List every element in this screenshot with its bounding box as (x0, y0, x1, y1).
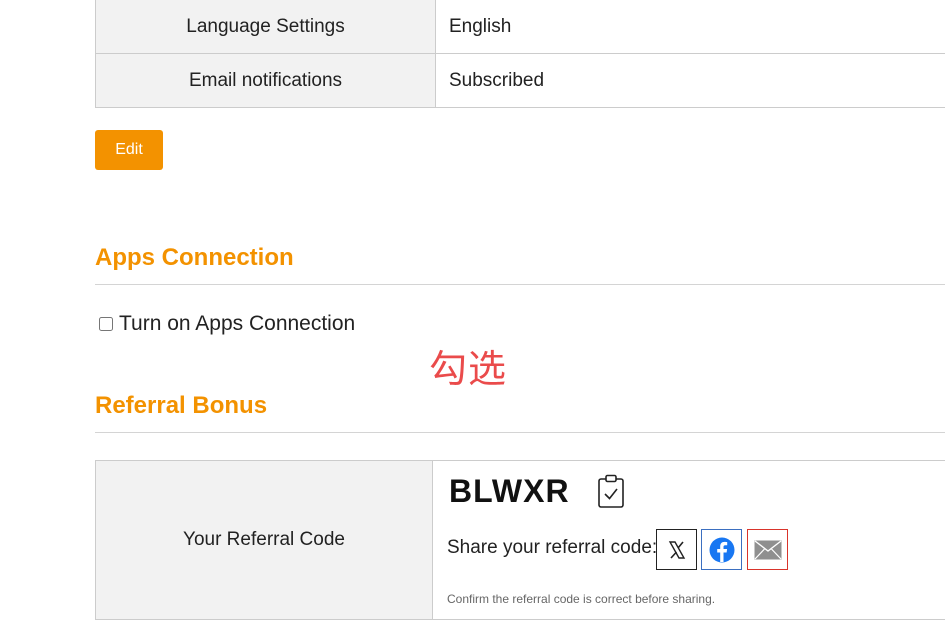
apps-connection-toggle[interactable]: Turn on Apps Connection (99, 312, 355, 336)
settings-table: Language Settings English Email notifica… (95, 0, 945, 108)
email-notifications-value: Subscribed (436, 54, 945, 108)
referral-code: BLWXR (449, 473, 570, 510)
annotation-text: 勾选 (429, 338, 507, 393)
apps-connection-checkbox-label: Turn on Apps Connection (119, 312, 355, 336)
referral-code-label: Your Referral Code (183, 529, 345, 551)
share-facebook-button[interactable] (701, 529, 742, 570)
share-email-button[interactable] (747, 529, 788, 570)
section-divider (95, 432, 945, 433)
mail-icon (754, 540, 782, 560)
share-x-button[interactable] (656, 529, 697, 570)
apps-connection-checkbox[interactable] (99, 317, 113, 331)
language-settings-value: English (436, 0, 945, 54)
section-divider (95, 284, 945, 285)
email-notifications-label: Email notifications (96, 54, 436, 108)
language-settings-label: Language Settings (96, 0, 436, 54)
referral-code-label-cell: Your Referral Code (95, 460, 433, 620)
edit-button[interactable]: Edit (95, 130, 163, 170)
table-row: Email notifications Subscribed (96, 54, 945, 108)
x-icon (667, 540, 687, 560)
share-label: Share your referral code: (447, 537, 657, 559)
referral-bonus-heading: Referral Bonus (95, 392, 267, 420)
table-row: Language Settings English (96, 0, 945, 54)
facebook-icon (709, 537, 735, 563)
copy-code-button[interactable] (597, 473, 625, 509)
confirm-referral-note: Confirm the referral code is correct bef… (447, 592, 715, 606)
apps-connection-heading: Apps Connection (95, 244, 294, 272)
clipboard-check-icon (597, 473, 625, 509)
